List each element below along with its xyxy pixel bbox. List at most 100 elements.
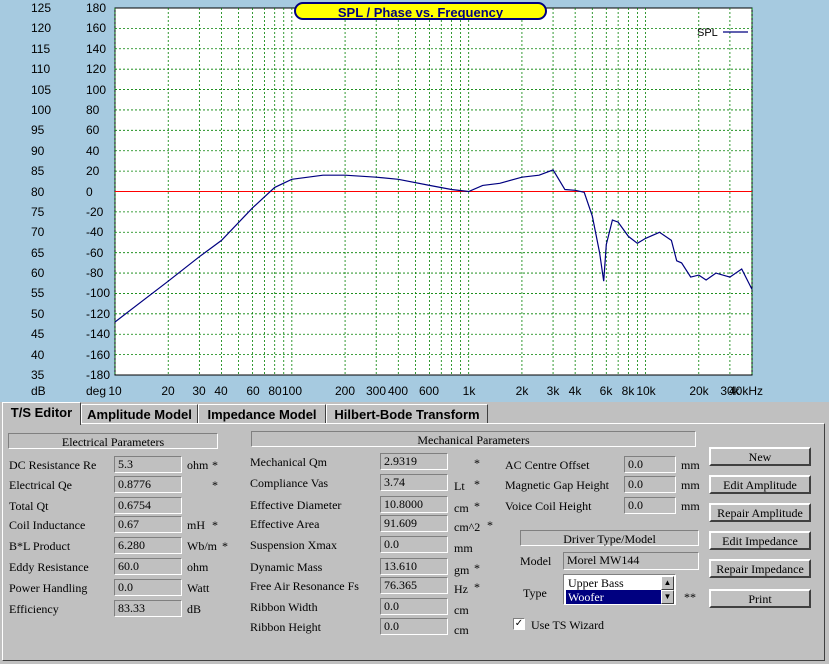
required-mark: *	[212, 518, 218, 532]
electrical-param-field[interactable]: 0.6754	[114, 497, 182, 514]
electrical-param-field[interactable]: 83.33	[114, 600, 182, 617]
tab-hilbert-bode[interactable]: Hilbert-Bode Transform	[326, 404, 488, 424]
extra-param-field[interactable]: 0.0	[624, 476, 676, 493]
print-button[interactable]: Print	[709, 589, 811, 608]
mechanical-param-unit: mm	[454, 541, 473, 555]
mechanical-param-field[interactable]: 0.0	[380, 598, 448, 615]
electrical-param-field[interactable]: 5.3	[114, 456, 182, 473]
type-option-woofer[interactable]: Woofer	[566, 590, 663, 604]
mechanical-param-label: Effective Area	[250, 517, 320, 531]
y-tick-label-phase: -60	[86, 246, 104, 260]
tab-amplitude-model[interactable]: Amplitude Model	[81, 404, 198, 424]
x-tick-label: 30	[192, 384, 206, 398]
electrical-param-label: B*L Product	[9, 539, 71, 553]
repair-amplitude-button[interactable]: Repair Amplitude	[709, 503, 811, 522]
mechanical-param-unit: cm	[454, 603, 469, 617]
electrical-param-unit: ohm	[187, 560, 209, 574]
type-label: Type	[523, 586, 547, 600]
extra-param-label: Magnetic Gap Height	[505, 478, 609, 492]
electrical-param-field[interactable]: 60.0	[114, 558, 182, 575]
x-tick-label: 80	[268, 384, 282, 398]
electrical-param-unit: ohm	[187, 458, 209, 472]
electrical-param-label: Coil Inductance	[9, 518, 86, 532]
electrical-param-unit: Watt	[187, 581, 210, 595]
mechanical-header: Mechanical Parameters	[251, 431, 696, 447]
mechanical-param-field[interactable]: 91.609	[380, 515, 448, 532]
type-required-mark: **	[684, 590, 696, 604]
x-tick-label: 8k	[621, 384, 635, 398]
y-tick-label-spl: 50	[31, 307, 45, 321]
mechanical-param-unit: cm	[454, 501, 469, 515]
y-tick-label-spl: 55	[31, 286, 45, 300]
tab-bar: T/S Editor Amplitude Model Impedance Mod…	[0, 402, 829, 425]
repair-impedance-button[interactable]: Repair Impedance	[709, 559, 811, 578]
mechanical-param-field[interactable]: 13.610	[380, 558, 448, 575]
x-tick-label: 400	[387, 384, 409, 398]
extra-param-label: Voice Coil Height	[505, 499, 592, 513]
extra-param-label: AC Centre Offset	[505, 458, 590, 472]
mechanical-param-field[interactable]: 0.0	[380, 618, 448, 635]
electrical-param-field[interactable]: 0.0	[114, 579, 182, 596]
electrical-param-label: Power Handling	[9, 581, 88, 595]
x-tick-label: 20k	[689, 384, 709, 398]
y-tick-label-spl: 75	[31, 205, 45, 219]
tab-ts-editor[interactable]: T/S Editor	[2, 402, 81, 425]
model-field[interactable]: Morel MW144	[563, 552, 699, 570]
extra-param-unit: mm	[681, 478, 700, 492]
y-tick-label-phase: -160	[86, 348, 111, 362]
extra-param-field[interactable]: 0.0	[624, 456, 676, 473]
y-tick-label-phase: 140	[86, 42, 107, 56]
y-tick-label-spl: 100	[31, 103, 52, 117]
mechanical-param-field[interactable]: 2.9319	[380, 453, 448, 470]
scroll-up-icon[interactable]: ▲	[661, 576, 674, 590]
electrical-param-unit: Wb/m	[187, 539, 217, 553]
extra-param-field[interactable]: 0.0	[624, 497, 676, 514]
type-listbox[interactable]: Upper Bass Woofer ▲ ▼	[563, 574, 676, 605]
y-tick-label-phase: 180	[86, 1, 107, 15]
x-tick-label: 10k	[636, 384, 656, 398]
ts-wizard-checkbox[interactable]: ✓	[513, 618, 525, 630]
y-tick-label-spl: 90	[31, 144, 45, 158]
y-tick-label-phase: -80	[86, 266, 104, 280]
required-mark: *	[212, 458, 218, 472]
edit-amplitude-button[interactable]: Edit Amplitude	[709, 475, 811, 494]
y-unit-spl: dB	[31, 384, 46, 398]
extra-param-unit: mm	[681, 458, 700, 472]
mechanical-param-field[interactable]: 76.365	[380, 577, 448, 594]
required-mark: *	[474, 561, 480, 575]
tab-impedance-model[interactable]: Impedance Model	[198, 404, 326, 424]
required-mark: *	[222, 539, 228, 553]
type-option-upper-bass[interactable]: Upper Bass	[566, 576, 663, 590]
mechanical-param-field[interactable]: 3.74	[380, 474, 448, 491]
required-mark: *	[474, 477, 480, 491]
new-button[interactable]: New	[709, 447, 811, 466]
x-tick-label: 6k	[599, 384, 613, 398]
x-tick-label: 40kHz	[728, 384, 764, 398]
y-tick-label-spl: 45	[31, 327, 45, 341]
x-tick-label: 3k	[546, 384, 560, 398]
scroll-down-icon[interactable]: ▼	[661, 590, 674, 604]
y-tick-label-phase: -20	[86, 205, 104, 219]
edit-impedance-button[interactable]: Edit Impedance	[709, 531, 811, 550]
required-mark: *	[474, 456, 480, 470]
x-tick-label: 1k	[462, 384, 476, 398]
electrical-param-field[interactable]: 0.67	[114, 516, 182, 533]
mechanical-param-field[interactable]: 0.0	[380, 536, 448, 553]
electrical-header: Electrical Parameters	[8, 433, 218, 449]
mechanical-param-label: Dynamic Mass	[250, 560, 323, 574]
mechanical-param-unit: Lt	[454, 479, 465, 493]
y-tick-label-spl: 85	[31, 164, 45, 178]
electrical-param-label: DC Resistance Re	[9, 458, 97, 472]
chart-title: SPL / Phase vs. Frequency	[294, 2, 547, 20]
y-tick-label-spl: 125	[31, 1, 52, 15]
electrical-param-label: Efficiency	[9, 602, 59, 616]
y-tick-label-spl: 120	[31, 21, 52, 35]
x-tick-label: 10	[108, 384, 122, 398]
mechanical-param-field[interactable]: 10.8000	[380, 496, 448, 513]
legend-label: SPL	[697, 27, 718, 39]
y-tick-label-spl: 110	[31, 62, 51, 76]
electrical-param-field[interactable]: 0.8776	[114, 476, 182, 493]
x-tick-label: 20	[161, 384, 175, 398]
electrical-param-field[interactable]: 6.280	[114, 537, 182, 554]
y-tick-label-spl: 40	[31, 348, 45, 362]
